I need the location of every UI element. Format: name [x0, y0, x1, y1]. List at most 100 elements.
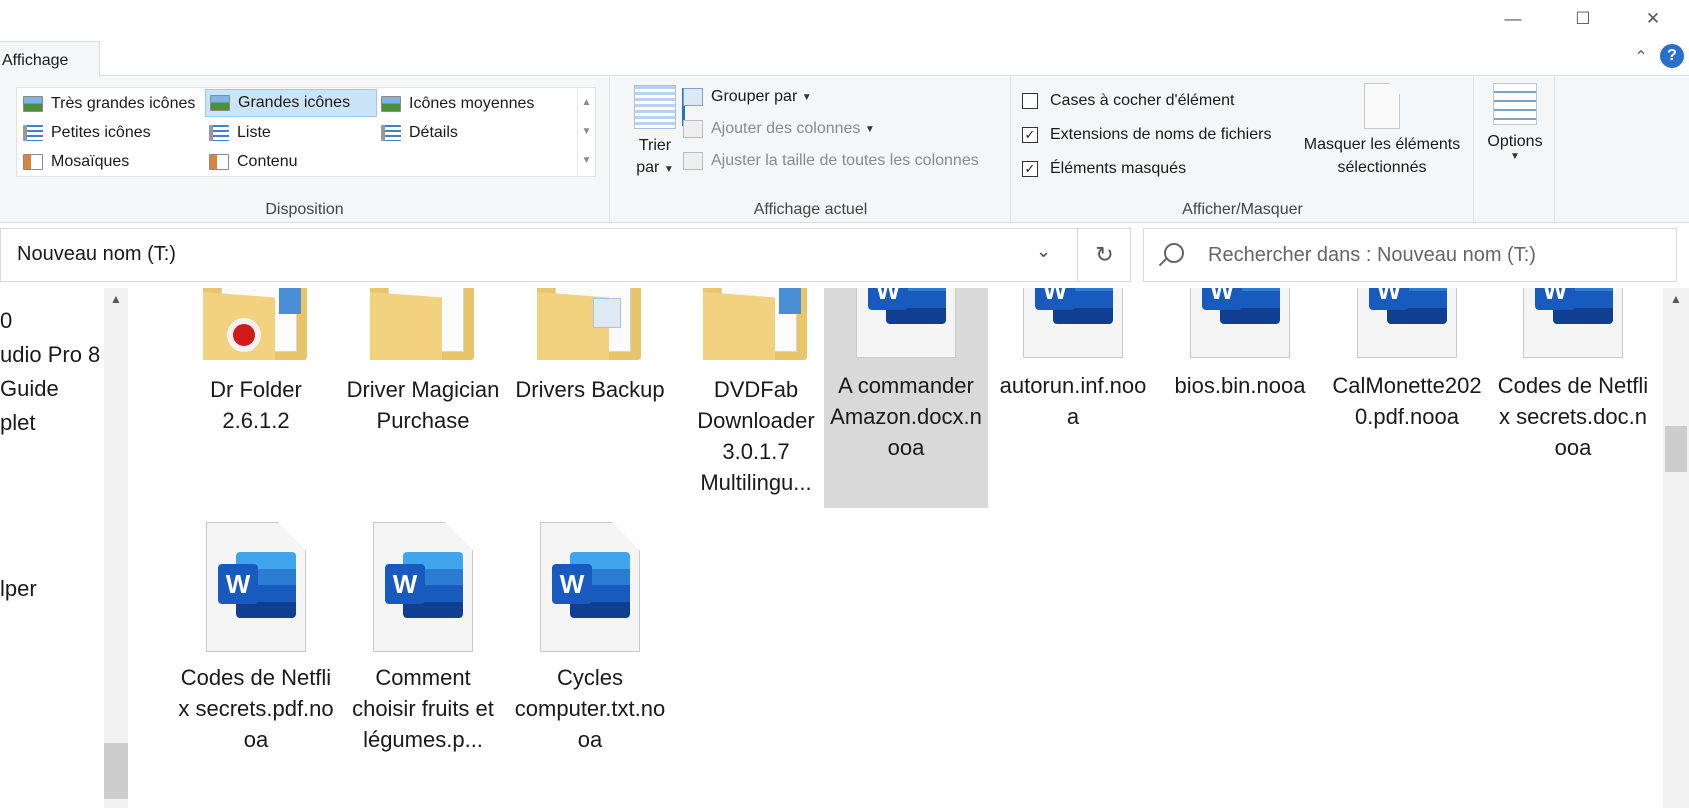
word-file-item[interactable]: W Cycles computer.txt.nooa [507, 522, 673, 755]
scroll-thumb[interactable] [104, 743, 128, 799]
layout-extra-large-icons[interactable]: Très grandes icônes [19, 90, 195, 118]
word-document-icon: W [206, 522, 306, 652]
tiles-icon [23, 154, 43, 170]
hidden-items-toggle[interactable]: ✓ Éléments masqués [1022, 155, 1186, 183]
add-columns-icon [683, 120, 703, 138]
layout-label: Petites icônes [51, 124, 151, 141]
folder-icon [368, 288, 478, 360]
checkbox-checked[interactable]: ✓ [1022, 127, 1038, 143]
group-by-button[interactable]: Grouper par ▼ [683, 83, 812, 111]
word-document-icon: W [373, 522, 473, 652]
word-document-icon: W [856, 288, 956, 358]
refresh-icon[interactable]: ↻ [1077, 229, 1131, 281]
file-name: DVDFab Downloader 3.0.1.7 Multilingu... [697, 377, 815, 495]
close-icon[interactable]: ✕ [1630, 4, 1676, 34]
hide-selected-label-line1: Masquer les éléments [1303, 136, 1461, 153]
word-file-item[interactable]: W bios.bin.nooa [1157, 288, 1323, 401]
folder-item[interactable]: DVDFab Downloader 3.0.1.7 Multilingu... [673, 288, 839, 498]
word-document-icon: W [540, 522, 640, 652]
nav-item[interactable]: lper [0, 576, 37, 602]
size-columns-label: Ajuster la taille de toutes les colonnes [711, 152, 979, 169]
content-scrollbar[interactable]: ▲ [1663, 288, 1689, 808]
nav-item[interactable]: Guide [0, 376, 59, 402]
sort-label-par: par [636, 159, 660, 176]
layout-tiles[interactable]: Mosaïques [19, 148, 129, 176]
extra-large-icons-icon [23, 96, 43, 112]
folder-item[interactable]: Driver Magician Purchase [340, 288, 506, 436]
nav-item[interactable]: plet [0, 410, 35, 436]
layout-large-icons[interactable]: Grandes icônes [205, 89, 377, 117]
hide-selected-button[interactable]: Masquer les éléments sélectionnés [1292, 83, 1472, 179]
details-icon [381, 125, 401, 141]
checkbox-checked[interactable]: ✓ [1022, 161, 1038, 177]
minimize-icon[interactable]: — [1490, 4, 1536, 34]
folder-icon [701, 288, 811, 360]
layout-gallery-scroll[interactable]: ▲ ▼ ▼ [577, 88, 595, 176]
file-name: Dr Folder 2.6.1.2 [210, 377, 302, 433]
layout-content[interactable]: Contenu [205, 148, 298, 176]
search-placeholder[interactable]: Rechercher dans : Nouveau nom (T:) [1208, 244, 1536, 267]
word-file-item[interactable]: W autorun.inf.nooa [990, 288, 1156, 432]
group-by-icon [683, 88, 703, 106]
word-document-icon: W [1023, 288, 1123, 358]
sort-by-button[interactable]: Trier par ▼ [625, 85, 685, 195]
file-name: Comment choisir fruits et légumes.p... [352, 665, 494, 752]
chevron-down-icon[interactable]: ⌄ [1036, 241, 1051, 262]
scroll-up-icon[interactable]: ▲ [104, 292, 128, 306]
tab-affichage[interactable]: Affichage [0, 41, 100, 77]
checkbox-label: Cases à cocher d'élément [1050, 92, 1235, 109]
layout-label: Très grandes icônes [51, 95, 196, 112]
checkbox-label: Éléments masqués [1050, 160, 1187, 177]
list-icon [209, 125, 229, 141]
size-columns-button[interactable]: Ajuster la taille de toutes les colonnes [683, 147, 979, 175]
large-icons-icon [210, 95, 230, 111]
folder-item[interactable]: Dr Folder 2.6.1.2 [173, 288, 339, 436]
file-extensions-toggle[interactable]: ✓ Extensions de noms de fichiers [1022, 121, 1271, 149]
options-label: Options [1487, 133, 1543, 150]
word-file-item[interactable]: W Codes de Netflix secrets.pdf.nooa [173, 522, 339, 755]
chevron-down-icon: ▼ [801, 91, 812, 103]
layout-label: Contenu [237, 153, 298, 170]
hide-selected-icon [1364, 83, 1400, 129]
scroll-thumb[interactable] [1665, 426, 1687, 472]
file-name: Drivers Backup [515, 377, 665, 402]
search-input[interactable]: Rechercher dans : Nouveau nom (T:) [1143, 228, 1677, 282]
add-columns-button[interactable]: Ajouter des colonnes ▼ [683, 115, 875, 143]
scroll-down-icon[interactable]: ▼ [578, 117, 595, 146]
file-view: Dr Folder 2.6.1.2 Driver Magician Purcha… [130, 288, 1663, 808]
address-path[interactable]: Nouveau nom (T:) [17, 243, 176, 266]
group-afficher-masquer: Cases à cocher d'élément ✓ Extensions de… [1012, 77, 1474, 223]
nav-scrollbar[interactable]: ▲ [104, 288, 128, 808]
scroll-up-icon[interactable]: ▲ [578, 88, 595, 117]
sort-icon [634, 85, 685, 129]
maximize-icon[interactable]: ☐ [1560, 4, 1606, 34]
navigation-pane: 0 udio Pro 8 Guide plet lper ▲ [0, 288, 128, 808]
checkbox-unchecked[interactable] [1022, 93, 1038, 109]
scroll-up-icon[interactable]: ▲ [1663, 292, 1689, 306]
folder-item[interactable]: Drivers Backup [507, 288, 673, 405]
layout-medium-icons[interactable]: Icônes moyennes [377, 90, 534, 118]
medium-icons-icon [381, 96, 401, 112]
layout-details[interactable]: Détails [377, 119, 458, 147]
folder-icon [535, 288, 645, 360]
chevron-down-icon: ▼ [1510, 151, 1520, 162]
nav-item[interactable]: udio Pro 8 [0, 342, 100, 368]
layout-label: Détails [409, 124, 458, 141]
options-button[interactable]: Options ▼ [1479, 83, 1551, 162]
help-icon[interactable]: ? [1660, 44, 1684, 68]
word-document-icon: W [1190, 288, 1290, 358]
expand-gallery-icon[interactable]: ▼ [578, 146, 595, 175]
address-bar[interactable]: Nouveau nom (T:) ⌄ ↻ [0, 228, 1131, 282]
nav-item[interactable]: 0 [0, 308, 12, 334]
collapse-ribbon-icon[interactable]: ⌃ [1630, 46, 1652, 68]
layout-list[interactable]: Liste [205, 119, 271, 147]
word-file-item[interactable]: W CalMonette2020.pdf.nooa [1324, 288, 1490, 432]
item-checkboxes-toggle[interactable]: Cases à cocher d'élément [1022, 87, 1234, 115]
content-icon [209, 154, 229, 170]
word-file-item[interactable]: W A commander Amazon.docx.nooa [824, 288, 988, 508]
word-file-item[interactable]: W Codes de Netflix secrets.doc.nooa [1490, 288, 1656, 463]
word-file-item[interactable]: W Comment choisir fruits et légumes.p... [340, 522, 506, 755]
layout-small-icons[interactable]: Petites icônes [19, 119, 151, 147]
ribbon-tab-row: Affichage ⌃ ? [0, 38, 1689, 77]
file-name: Cycles computer.txt.nooa [514, 665, 666, 752]
